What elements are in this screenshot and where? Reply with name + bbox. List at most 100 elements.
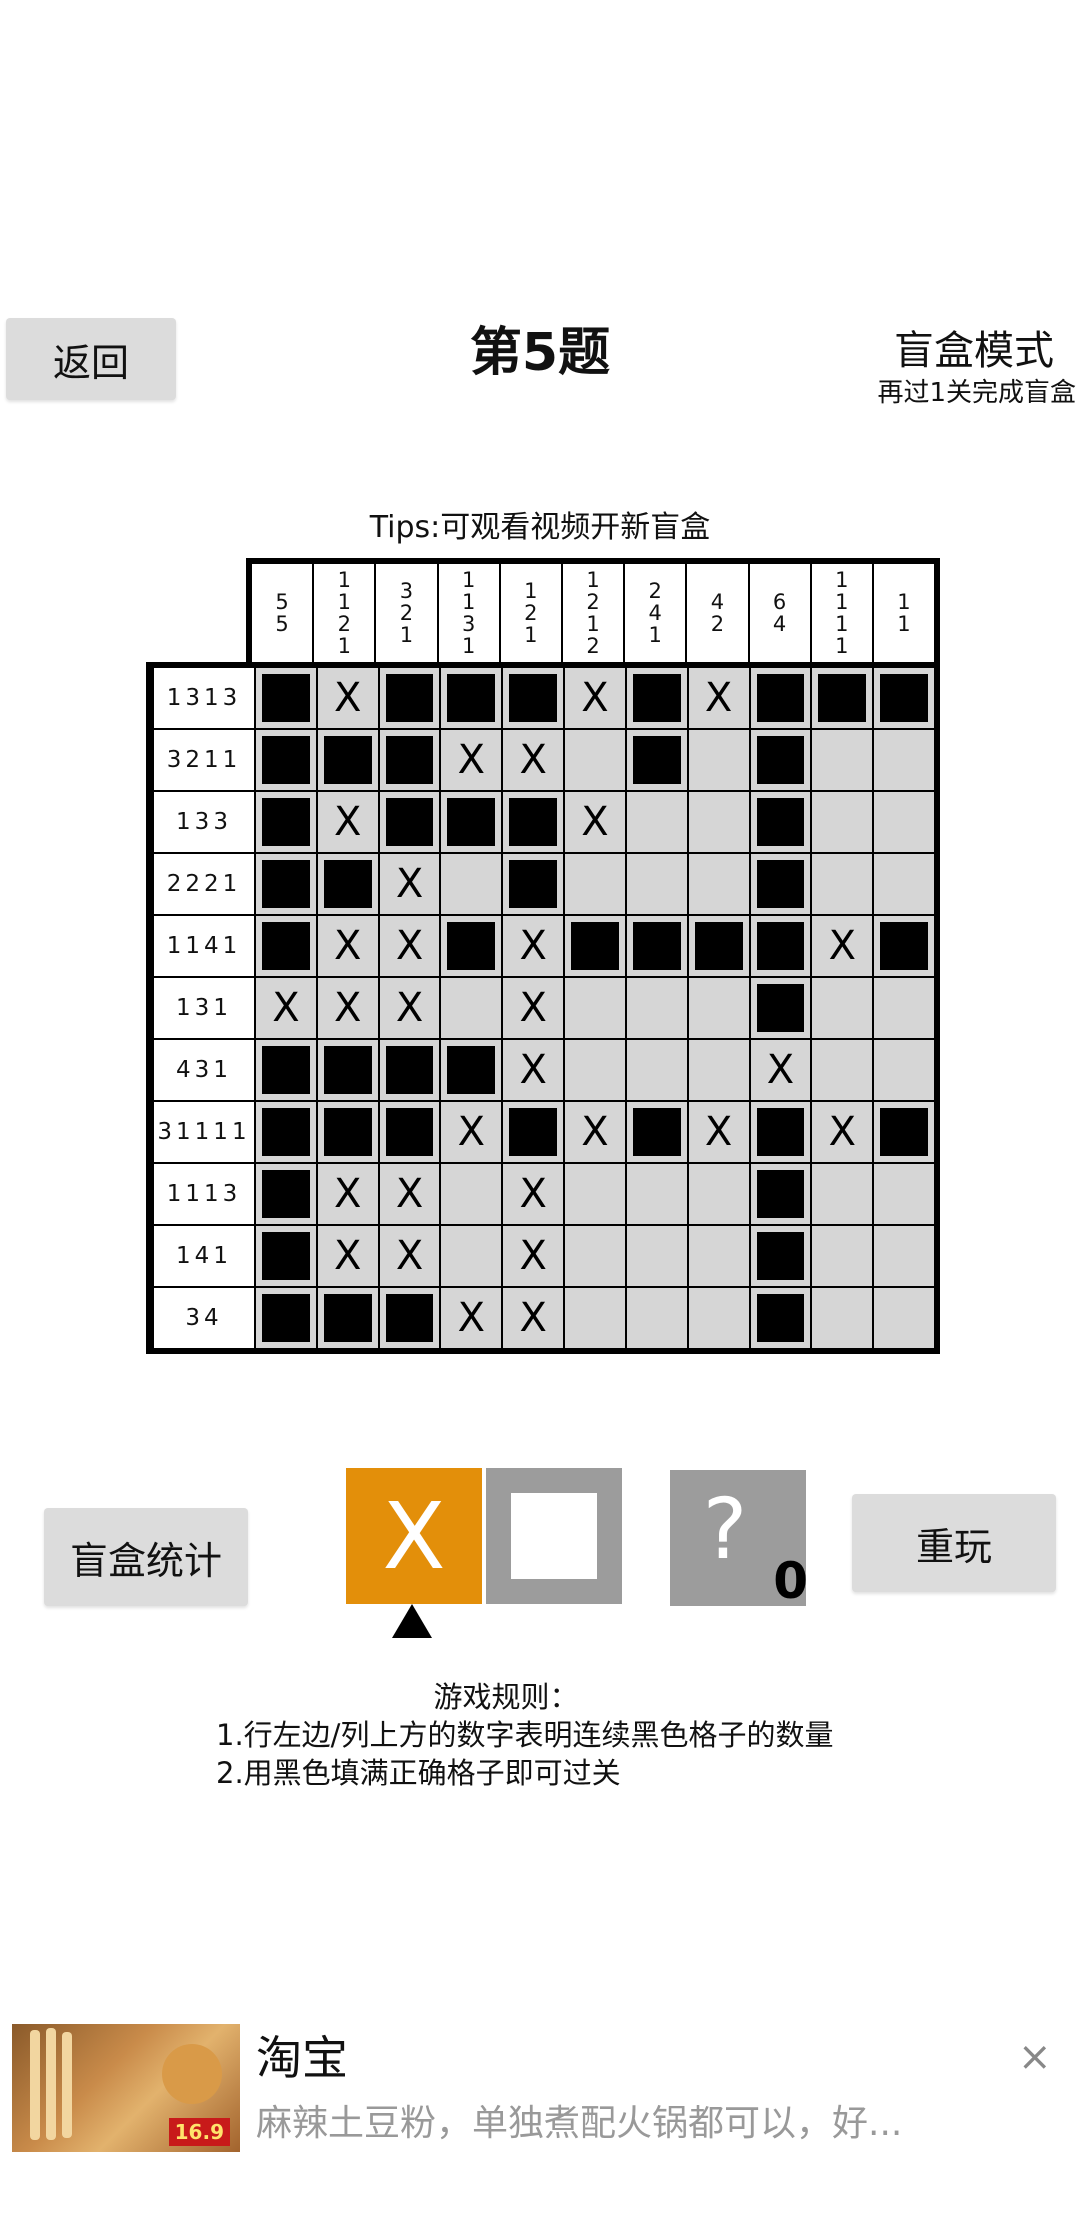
grid-cell-empty[interactable] bbox=[688, 854, 749, 914]
grid-cell-filled[interactable] bbox=[441, 1040, 502, 1100]
grid-cell-filled[interactable] bbox=[379, 730, 440, 790]
grid-cell-empty[interactable] bbox=[874, 1226, 934, 1286]
grid-cell-empty[interactable] bbox=[626, 1164, 687, 1224]
grid-cell-filled[interactable] bbox=[874, 668, 934, 728]
grid-cell-empty[interactable] bbox=[874, 792, 934, 852]
grid-cell-empty[interactable] bbox=[688, 1288, 749, 1348]
grid-cell-filled[interactable] bbox=[256, 1226, 316, 1286]
grid-cell-empty[interactable] bbox=[812, 1040, 873, 1100]
grid-cell-empty[interactable] bbox=[688, 1226, 749, 1286]
grid-cell-filled[interactable] bbox=[503, 854, 564, 914]
grid-cell-crossed[interactable] bbox=[812, 1102, 873, 1162]
grid-cell-filled[interactable] bbox=[379, 1040, 440, 1100]
grid-cell-empty[interactable] bbox=[874, 978, 934, 1038]
grid-cell-crossed[interactable] bbox=[688, 668, 749, 728]
grid-cell-empty[interactable] bbox=[812, 730, 873, 790]
grid-cell-filled[interactable] bbox=[256, 1102, 316, 1162]
grid-cell-empty[interactable] bbox=[626, 1288, 687, 1348]
grid-cell-empty[interactable] bbox=[688, 730, 749, 790]
grid-cell-filled[interactable] bbox=[317, 730, 378, 790]
grid-cell-crossed[interactable] bbox=[503, 916, 564, 976]
grid-cell-filled[interactable] bbox=[750, 1226, 811, 1286]
grid-cell-filled[interactable] bbox=[688, 916, 749, 976]
grid-cell-crossed[interactable] bbox=[565, 792, 625, 852]
grid-cell-filled[interactable] bbox=[317, 1040, 378, 1100]
grid-cell-crossed[interactable] bbox=[441, 1102, 502, 1162]
grid-cell-crossed[interactable] bbox=[503, 1288, 564, 1348]
grid-cell-empty[interactable] bbox=[565, 1288, 625, 1348]
grid-cell-filled[interactable] bbox=[503, 1102, 564, 1162]
grid-cell-crossed[interactable] bbox=[688, 1102, 749, 1162]
grid-cell-filled[interactable] bbox=[626, 730, 687, 790]
grid-cell-filled[interactable] bbox=[874, 916, 934, 976]
grid-cell-filled[interactable] bbox=[626, 668, 687, 728]
grid-cell-filled[interactable] bbox=[626, 1102, 687, 1162]
grid-cell-crossed[interactable] bbox=[317, 978, 378, 1038]
grid-cell-empty[interactable] bbox=[812, 978, 873, 1038]
grid-cell-crossed[interactable] bbox=[750, 1040, 811, 1100]
grid-cell-filled[interactable] bbox=[874, 1102, 934, 1162]
grid-cell-crossed[interactable] bbox=[317, 1164, 378, 1224]
grid-cell-crossed[interactable] bbox=[379, 1226, 440, 1286]
grid-cell-filled[interactable] bbox=[256, 1040, 316, 1100]
grid-cell-filled[interactable] bbox=[379, 1288, 440, 1348]
grid-cell-filled[interactable] bbox=[441, 916, 502, 976]
grid-cell-empty[interactable] bbox=[565, 1164, 625, 1224]
grid-cell-empty[interactable] bbox=[565, 1226, 625, 1286]
grid-cell-empty[interactable] bbox=[565, 1040, 625, 1100]
grid-cell-filled[interactable] bbox=[750, 792, 811, 852]
grid-cell-empty[interactable] bbox=[812, 792, 873, 852]
grid-cell-filled[interactable] bbox=[379, 792, 440, 852]
grid-cell-filled[interactable] bbox=[379, 668, 440, 728]
grid-cell-empty[interactable] bbox=[812, 1164, 873, 1224]
grid-cell-crossed[interactable] bbox=[317, 792, 378, 852]
grid-cell-crossed[interactable] bbox=[317, 1226, 378, 1286]
grid-cell-crossed[interactable] bbox=[441, 730, 502, 790]
grid-cell-filled[interactable] bbox=[750, 978, 811, 1038]
grid-cell-filled[interactable] bbox=[503, 668, 564, 728]
grid-cell-filled[interactable] bbox=[750, 730, 811, 790]
grid-cell-empty[interactable] bbox=[565, 730, 625, 790]
grid-cell-crossed[interactable] bbox=[503, 1040, 564, 1100]
grid-cell-empty[interactable] bbox=[441, 1164, 502, 1224]
grid-cell-filled[interactable] bbox=[626, 916, 687, 976]
grid-cell-empty[interactable] bbox=[688, 1040, 749, 1100]
grid-cell-filled[interactable] bbox=[750, 854, 811, 914]
grid-cell-empty[interactable] bbox=[874, 1288, 934, 1348]
hint-button[interactable]: ? 0 bbox=[670, 1470, 808, 1610]
grid-cell-crossed[interactable] bbox=[379, 978, 440, 1038]
grid-cell-filled[interactable] bbox=[750, 1288, 811, 1348]
grid-cell-empty[interactable] bbox=[626, 1226, 687, 1286]
grid-cell-crossed[interactable] bbox=[379, 854, 440, 914]
grid-cell-filled[interactable] bbox=[750, 916, 811, 976]
grid-cell-empty[interactable] bbox=[626, 854, 687, 914]
grid-cell-empty[interactable] bbox=[441, 854, 502, 914]
grid-cell-empty[interactable] bbox=[874, 730, 934, 790]
grid-cell-crossed[interactable] bbox=[317, 916, 378, 976]
grid-cell-filled[interactable] bbox=[750, 668, 811, 728]
grid-cell-empty[interactable] bbox=[565, 978, 625, 1038]
grid-cell-filled[interactable] bbox=[317, 1102, 378, 1162]
ad-title[interactable]: 淘宝 bbox=[256, 2022, 348, 2088]
grid-cell-crossed[interactable] bbox=[441, 1288, 502, 1348]
grid-cell-empty[interactable] bbox=[441, 978, 502, 1038]
grid-cell-crossed[interactable] bbox=[565, 1102, 625, 1162]
grid-cell-filled[interactable] bbox=[256, 668, 316, 728]
grid-cell-crossed[interactable] bbox=[503, 1226, 564, 1286]
tips-text[interactable]: Tips:可观看视频开新盲盒 bbox=[0, 502, 1080, 546]
grid-cell-crossed[interactable] bbox=[503, 730, 564, 790]
grid-cell-filled[interactable] bbox=[441, 668, 502, 728]
grid-cell-filled[interactable] bbox=[441, 792, 502, 852]
grid-cell-empty[interactable] bbox=[688, 1164, 749, 1224]
grid-cell-filled[interactable] bbox=[503, 792, 564, 852]
cross-tool-button[interactable]: X bbox=[346, 1468, 482, 1604]
grid-cell-crossed[interactable] bbox=[503, 1164, 564, 1224]
fill-tool-button[interactable] bbox=[486, 1468, 622, 1604]
grid-cell-filled[interactable] bbox=[256, 1288, 316, 1348]
grid-cell-empty[interactable] bbox=[565, 854, 625, 914]
close-icon[interactable]: × bbox=[1018, 2034, 1052, 2080]
grid-cell-filled[interactable] bbox=[256, 792, 316, 852]
grid-cell-empty[interactable] bbox=[874, 1040, 934, 1100]
replay-button[interactable]: 重玩 bbox=[852, 1494, 1056, 1592]
ad-banner[interactable]: 16.9 淘宝 麻辣土豆粉，单独煮配火锅都可以，好... × bbox=[0, 2000, 1080, 2152]
